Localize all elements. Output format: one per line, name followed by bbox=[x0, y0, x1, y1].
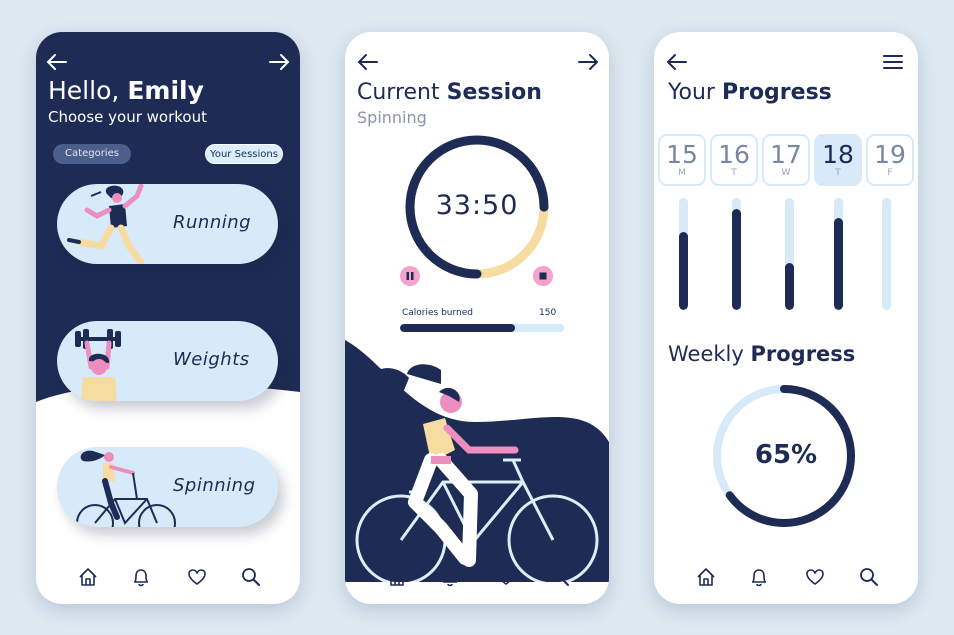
day-activity-fill bbox=[732, 209, 741, 310]
day-letter: F bbox=[887, 168, 893, 178]
weightlifter-illustration-icon bbox=[75, 329, 121, 401]
search-icon[interactable] bbox=[858, 566, 880, 588]
day-number: 17 bbox=[770, 140, 802, 169]
day-activity-bar bbox=[882, 198, 891, 310]
progress-screen: Your Progress 15 M 16 T 17 W 18 T 19 F Weekly… bbox=[654, 32, 918, 604]
day-number: 15 bbox=[666, 140, 698, 169]
day-chip[interactable]: 17 W bbox=[762, 134, 810, 186]
user-name: Emily bbox=[127, 76, 204, 105]
session-activity: Spinning bbox=[357, 108, 427, 127]
day-activity-bar bbox=[679, 198, 688, 310]
weekly-progress-title: Weekly Progress bbox=[668, 342, 855, 366]
forward-arrow-icon[interactable] bbox=[268, 52, 290, 72]
progress-title-light: Your bbox=[668, 80, 715, 105]
card-label-spinning: Spinning bbox=[173, 475, 256, 496]
search-icon[interactable] bbox=[240, 566, 262, 588]
heart-icon[interactable] bbox=[495, 566, 517, 588]
day-activity-fill bbox=[834, 218, 843, 310]
workout-screen: Hello, Emily Choose your workout Categori… bbox=[36, 32, 300, 604]
day-chip[interactable]: 16 T bbox=[710, 134, 758, 186]
runner-illustration-icon bbox=[67, 184, 145, 264]
day-activity-fill bbox=[679, 231, 688, 310]
home-icon[interactable] bbox=[695, 566, 717, 588]
session-title-bold: Session bbox=[446, 80, 542, 105]
tab-categories[interactable]: Categories bbox=[53, 144, 131, 164]
calories-label: Calories burned bbox=[402, 308, 474, 318]
menu-icon[interactable] bbox=[882, 52, 904, 72]
weekly-title-bold: Progress bbox=[750, 342, 856, 366]
forward-arrow-icon[interactable] bbox=[577, 52, 599, 72]
bell-icon[interactable] bbox=[439, 566, 461, 588]
session-timer: 33:50 bbox=[435, 190, 519, 221]
workout-card-weights[interactable]: Weights bbox=[57, 321, 278, 401]
day-letter: T bbox=[835, 168, 841, 178]
day-activity-bar bbox=[785, 198, 794, 310]
back-arrow-icon[interactable] bbox=[357, 52, 379, 72]
day-activity-fill bbox=[785, 262, 794, 310]
card-label-weights: Weights bbox=[173, 349, 250, 370]
weekly-title-light: Weekly bbox=[668, 342, 744, 366]
session-title-light: Current bbox=[357, 80, 440, 105]
bottom-nav bbox=[654, 566, 918, 592]
bell-icon[interactable] bbox=[130, 566, 152, 588]
day-letter: T bbox=[731, 168, 737, 178]
progress-title-bold: Progress bbox=[721, 80, 832, 105]
greeting-text: Hello, bbox=[48, 76, 120, 105]
bell-icon[interactable] bbox=[748, 566, 770, 588]
day-activity-bar bbox=[732, 198, 741, 310]
card-label-running: Running bbox=[173, 212, 252, 233]
day-chip-selected[interactable]: 18 T bbox=[814, 134, 862, 186]
workout-card-spinning[interactable]: Spinning bbox=[57, 447, 278, 527]
day-number: 19 bbox=[874, 140, 906, 169]
heart-icon[interactable] bbox=[186, 566, 208, 588]
heart-icon[interactable] bbox=[804, 566, 826, 588]
day-number: 18 bbox=[822, 140, 854, 169]
day-letter: W bbox=[781, 168, 791, 178]
home-icon[interactable] bbox=[77, 566, 99, 588]
session-title: Current Session bbox=[357, 80, 542, 105]
calories-progress-fill bbox=[400, 324, 515, 332]
calories-value: 150 bbox=[539, 308, 557, 318]
back-arrow-icon[interactable] bbox=[46, 52, 68, 72]
cyclist-hero-illustration bbox=[345, 340, 609, 582]
day-chip[interactable]: 15 M bbox=[658, 134, 706, 186]
search-icon[interactable] bbox=[549, 566, 571, 588]
tab-your-sessions[interactable]: Your Sessions bbox=[205, 144, 283, 164]
greeting-subtitle: Choose your workout bbox=[48, 108, 207, 126]
workout-card-running[interactable]: Running bbox=[57, 184, 278, 264]
session-screen: Current Session Spinning 33:50 Calories … bbox=[345, 32, 609, 604]
cyclist-illustration-icon bbox=[76, 450, 176, 527]
weekly-percent: 65% bbox=[754, 440, 818, 470]
stop-button[interactable] bbox=[532, 265, 554, 287]
home-icon[interactable] bbox=[386, 566, 408, 588]
calories-progress-bar bbox=[400, 324, 564, 332]
day-chip[interactable]: 19 F bbox=[866, 134, 914, 186]
greeting-heading: Hello, Emily bbox=[48, 76, 204, 105]
day-activity-bar bbox=[834, 198, 843, 310]
day-letter: M bbox=[678, 168, 686, 178]
day-number: 16 bbox=[718, 140, 750, 169]
bottom-nav bbox=[345, 566, 609, 592]
progress-title: Your Progress bbox=[668, 80, 832, 105]
back-arrow-icon[interactable] bbox=[666, 52, 688, 72]
bottom-nav bbox=[36, 566, 300, 592]
pause-button[interactable] bbox=[399, 265, 421, 287]
